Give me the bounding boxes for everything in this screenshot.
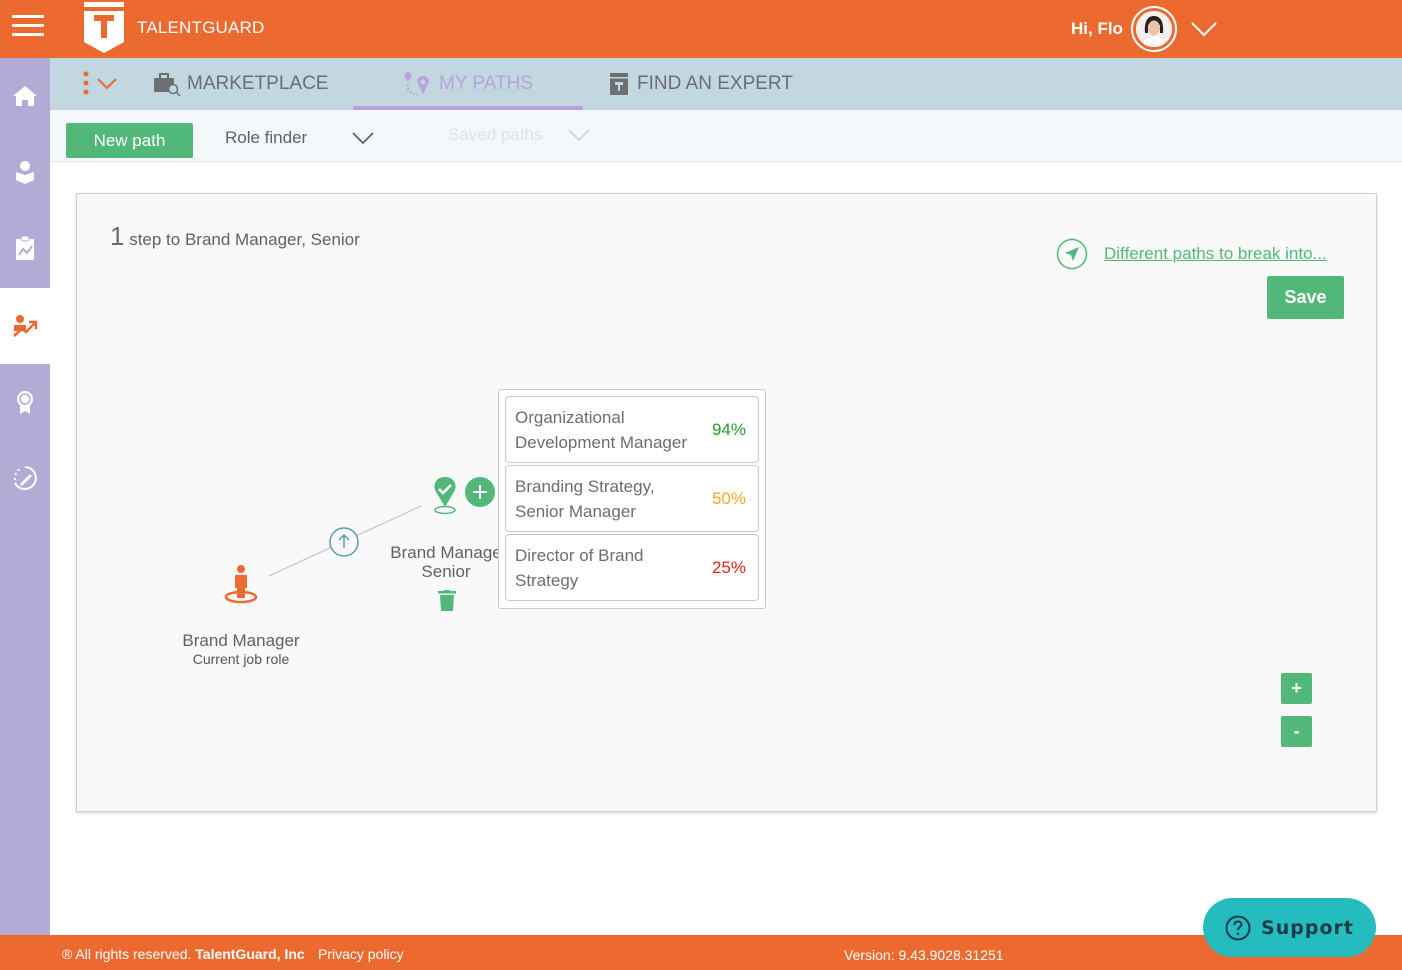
chevron-down-icon (568, 129, 590, 142)
tab-label: MARKETPLACE (187, 73, 329, 94)
assessment-icon (16, 235, 34, 260)
saved-paths-dropdown[interactable]: Saved paths (448, 120, 593, 150)
suggestion-title: Branding Strategy, Senior Manager (515, 477, 655, 521)
target-role-label: Brand Manage Senior (379, 543, 513, 581)
path-canvas: 1 step to Brand Manager, Senior Differen… (76, 193, 1377, 812)
privacy-policy-link[interactable]: Privacy policy (318, 946, 404, 962)
new-path-button[interactable]: New path (66, 123, 193, 158)
tab-my-paths[interactable]: MY PATHS (353, 58, 583, 110)
module-nav: MARKETPLACE MY PATHS FIND AN EXPERT (50, 58, 1402, 110)
top-header: TALENTGUARD Hi, Flo (0, 0, 1402, 58)
match-percent: 25% (711, 558, 746, 577)
career-path-icon (13, 315, 38, 337)
sidebar-item-badges[interactable] (0, 364, 50, 440)
talentguard-logo-icon (84, 2, 124, 53)
suggestion-title: Director of Brand Strategy (515, 546, 644, 590)
zoom-in-button[interactable]: + (1281, 673, 1312, 704)
home-icon (13, 86, 37, 106)
suggestion-title: Organizational Development Manager (515, 408, 687, 452)
sidebar-item-profile[interactable] (0, 134, 50, 210)
add-step-icon[interactable] (465, 477, 495, 507)
tab-label: FIND AN EXPERT (637, 73, 793, 94)
profile-icon (16, 161, 34, 184)
copyright-text: ® All rights reserved. (62, 946, 192, 962)
copyright: ® All rights reserved. TalentGuard, Inc (62, 946, 305, 962)
avatar[interactable] (1131, 6, 1177, 52)
current-role-subtitle: Current job role (192, 651, 290, 667)
trash-icon[interactable] (437, 590, 457, 612)
tab-marketplace[interactable]: MARKETPLACE (153, 58, 328, 110)
more-options-icon[interactable] (82, 70, 122, 98)
target-role-line1: Brand Manage (390, 543, 502, 562)
edit-progress-icon (13, 466, 37, 490)
role-finder-label: Role finder (225, 128, 308, 147)
support-button[interactable]: Support (1203, 898, 1376, 957)
footer: ® All rights reserved. TalentGuard, Inc … (0, 935, 1402, 970)
current-role-label: Brand Manager Current job role (171, 631, 311, 667)
help-circle-icon (1225, 915, 1251, 940)
role-finder-dropdown[interactable]: Role finder (225, 123, 380, 153)
role-suggestions: Organizational Development Manager 94% B… (498, 389, 766, 609)
sidebar (0, 58, 50, 935)
company-name: TalentGuard, Inc (195, 946, 305, 962)
step-up-icon[interactable] (329, 527, 359, 557)
menu-icon[interactable] (12, 15, 44, 39)
current-role-person-icon[interactable] (224, 564, 258, 606)
user-greeting: Hi, Flo (1071, 19, 1123, 38)
sidebar-item-home[interactable] (0, 58, 50, 134)
paths-toolbar: New path Role finder Saved paths (50, 110, 1402, 162)
support-label: Support (1261, 916, 1354, 939)
target-location-check-icon[interactable] (431, 475, 459, 515)
saved-paths-label: Saved paths (448, 125, 543, 144)
match-percent: 50% (711, 489, 746, 508)
map-pins-icon (404, 72, 429, 96)
briefcase-search-icon (154, 73, 181, 97)
expert-book-icon (610, 73, 628, 95)
tab-label: MY PATHS (439, 73, 533, 94)
badge-icon (17, 391, 33, 414)
chevron-down-icon[interactable] (1190, 20, 1218, 38)
current-role-title: Brand Manager (182, 631, 300, 650)
brand-name: TALENTGUARD (137, 18, 265, 37)
sidebar-item-assessment[interactable] (0, 210, 50, 286)
suggestion-item[interactable]: Organizational Development Manager 94% (505, 396, 759, 463)
sidebar-item-edit[interactable] (0, 440, 50, 516)
tab-find-an-expert[interactable]: FIND AN EXPERT (607, 58, 793, 110)
user-photo-icon (1136, 11, 1172, 47)
suggestion-item[interactable]: Director of Brand Strategy 25% (505, 534, 759, 601)
sidebar-item-career-paths[interactable] (0, 288, 50, 364)
target-role-line2: Senior (421, 562, 471, 581)
version-text: Version: 9.43.9028.31251 (844, 947, 1004, 963)
match-percent: 94% (711, 420, 746, 439)
chevron-down-icon (352, 132, 374, 145)
suggestion-item[interactable]: Branding Strategy, Senior Manager 50% (505, 465, 759, 532)
zoom-out-button[interactable]: - (1281, 716, 1312, 747)
